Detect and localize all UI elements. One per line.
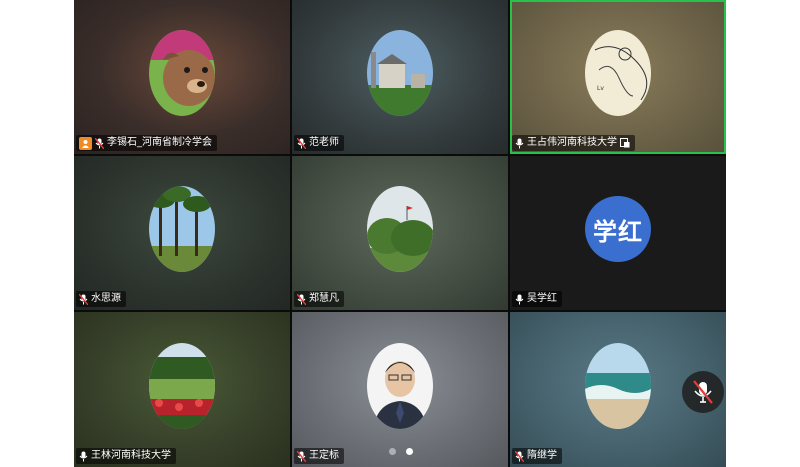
participant-tile-7[interactable]: 王林河南科技大学	[74, 312, 290, 467]
participant-tile-3[interactable]: Lv 王占伟河南科技大学	[510, 0, 726, 154]
participant-name: 王林河南科技大学	[91, 450, 171, 461]
participant-tile-2[interactable]: 范老师	[292, 0, 508, 154]
participant-label: 范老师	[294, 135, 344, 151]
svg-text:Lv: Lv	[597, 85, 604, 92]
participant-avatar	[585, 342, 651, 429]
participant-tile-6[interactable]: 学红 吴学红	[510, 156, 726, 310]
participant-avatar-text: 学红	[585, 196, 651, 262]
participant-avatar	[149, 342, 215, 429]
participant-avatar: Lv	[585, 30, 651, 116]
participant-name: 李锡石_河南省制冷学会	[107, 137, 212, 148]
mic-muted-icon	[79, 293, 88, 305]
video-grid: 李锡石_河南省制冷学会 范老师 Lv 王占伟河南科技大学 水思源 郑慧凡 学红 …	[74, 0, 726, 467]
participant-name: 范老师	[309, 137, 339, 148]
mic-muted-icon	[297, 293, 306, 305]
participant-tile-1[interactable]: 李锡石_河南省制冷学会	[74, 0, 290, 154]
mic-muted-icon	[297, 450, 306, 462]
participant-tile-4[interactable]: 水思源	[74, 156, 290, 310]
mic-muted-icon	[515, 450, 524, 462]
participant-name: 吴学红	[527, 293, 557, 304]
participant-avatar	[367, 186, 433, 272]
participant-name: 隋继学	[527, 450, 557, 461]
participant-name: 郑慧凡	[309, 293, 339, 304]
mic-muted-icon	[95, 137, 104, 149]
screen-share-icon	[620, 138, 630, 148]
mic-icon	[515, 294, 524, 304]
participant-avatar	[367, 342, 433, 429]
mic-icon	[79, 451, 88, 461]
participant-label: 王占伟河南科技大学	[512, 135, 635, 151]
participant-name: 水思源	[91, 293, 121, 304]
host-icon	[79, 136, 92, 150]
mic-muted-icon	[297, 137, 306, 149]
participant-label: 隋继学	[512, 448, 562, 464]
participant-label: 李锡石_河南省制冷学会	[76, 135, 217, 151]
participant-label: 王定标	[294, 448, 344, 464]
participant-avatar	[367, 30, 433, 116]
participant-tile-5[interactable]: 郑慧凡	[292, 156, 508, 310]
page-indicator	[389, 448, 413, 455]
participant-label: 水思源	[76, 291, 126, 307]
participant-tile-8[interactable]: 王定标	[292, 312, 508, 467]
mic-icon	[515, 138, 524, 148]
page-dot-active[interactable]	[406, 448, 413, 455]
participant-label: 郑慧凡	[294, 291, 344, 307]
mic-muted-icon	[693, 380, 713, 404]
page-dot[interactable]	[389, 448, 396, 455]
participant-label: 吴学红	[512, 291, 562, 307]
mute-toggle-button[interactable]	[682, 371, 724, 413]
participant-avatar	[149, 186, 215, 272]
participant-name: 王占伟河南科技大学	[527, 137, 617, 148]
participant-label: 王林河南科技大学	[76, 448, 176, 464]
participant-name: 王定标	[309, 450, 339, 461]
participant-avatar	[149, 30, 215, 116]
